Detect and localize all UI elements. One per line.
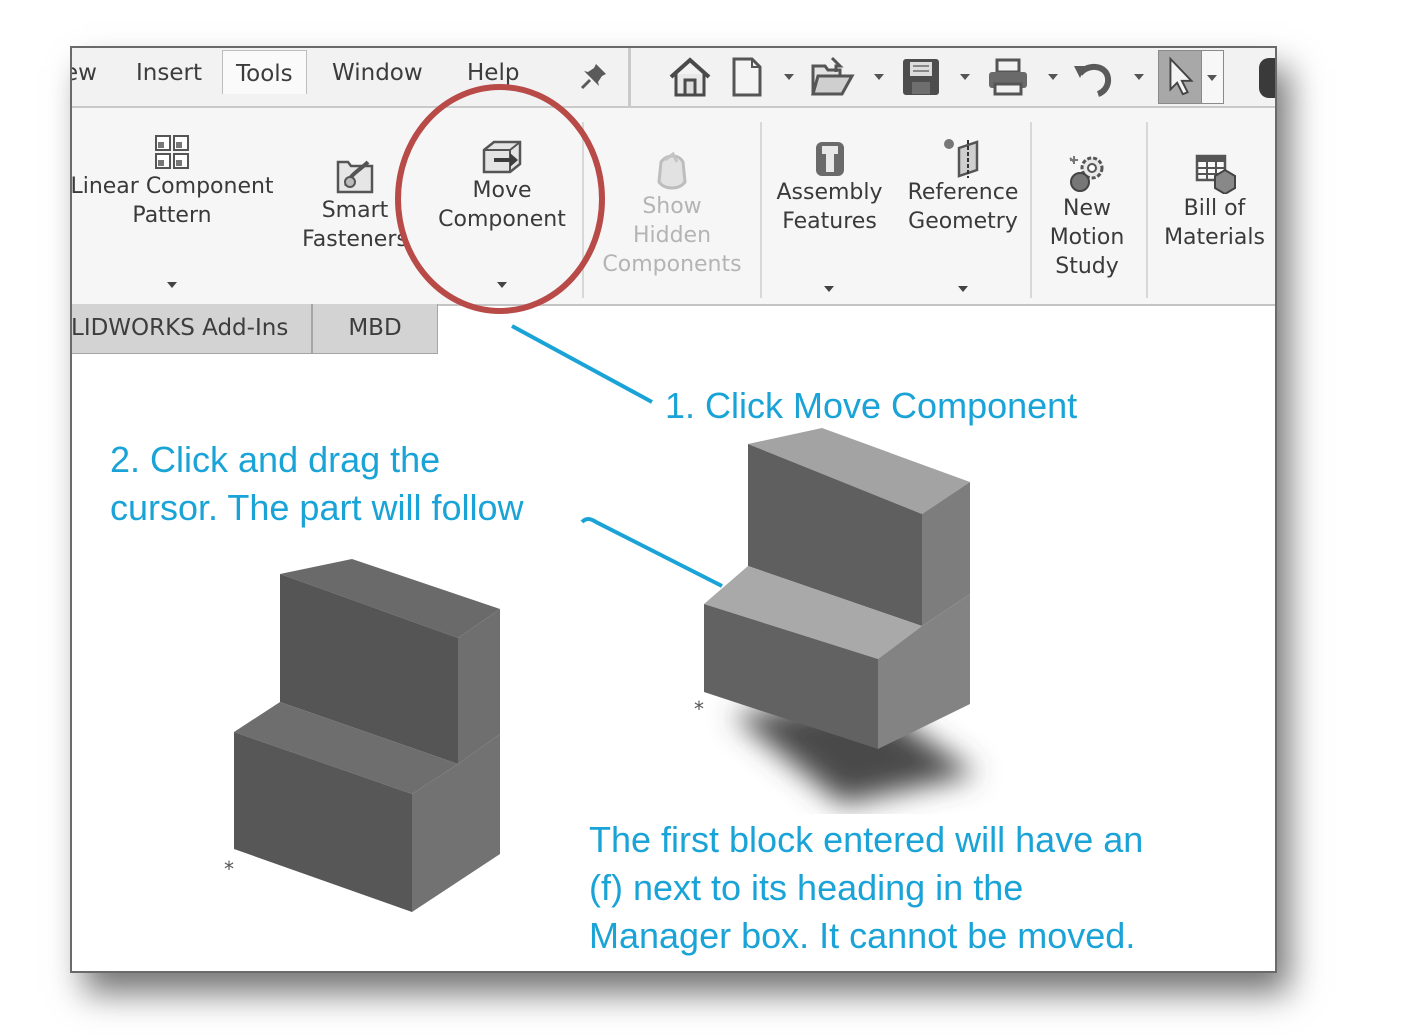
- leader-line-step2: [580, 517, 723, 588]
- pin-icon[interactable]: [578, 60, 610, 92]
- print-dropdown[interactable]: [1048, 74, 1058, 80]
- show-hidden-components-label: Show Hidden Components: [602, 194, 742, 277]
- undo-dropdown[interactable]: [1134, 74, 1144, 80]
- assembly-features-label: Assembly Features: [776, 180, 883, 234]
- fixed-part-model: *: [224, 559, 500, 912]
- assembly-features-dropdown-icon[interactable]: [824, 286, 834, 292]
- move-component-dropdown-icon[interactable]: [497, 282, 507, 288]
- moving-origin-icon: *: [694, 697, 704, 721]
- bill-of-materials-button[interactable]: Bill of Materials: [1152, 152, 1275, 252]
- home-icon[interactable]: [668, 56, 712, 98]
- assembly-features-icon: [815, 142, 844, 176]
- menu-bar: ew Insert Tools Window Help: [72, 48, 1275, 108]
- select-cursor-icon: [1169, 56, 1194, 96]
- menu-separator: [628, 48, 631, 106]
- bill-of-materials-label: Bill of Materials: [1164, 196, 1265, 250]
- open-folder-icon[interactable]: [810, 56, 856, 98]
- linear-component-pattern-label: Linear Component Pattern: [70, 174, 274, 228]
- new-motion-study-button[interactable]: New Motion Study: [1032, 152, 1142, 281]
- smart-fasteners-label: Smart Fasteners: [302, 198, 408, 252]
- assembly-features-button[interactable]: Assembly Features: [767, 138, 892, 292]
- fixed-part-note-line3: Manager box. It cannot be moved.: [589, 915, 1136, 956]
- step2-annotation-line1: 2. Click and drag the: [110, 439, 441, 480]
- smart-fasteners-icon: [336, 160, 374, 194]
- move-component-button[interactable]: Move Component: [427, 138, 577, 288]
- show-hidden-icon: [657, 152, 687, 190]
- motion-study-icon: [1069, 156, 1104, 192]
- fixed-part-note-line1: The first block entered will have an: [589, 819, 1144, 860]
- tab-solidworks-add-ins[interactable]: LIDWORKS Add-Ins: [72, 304, 312, 354]
- tab-mbd[interactable]: MBD: [312, 304, 438, 354]
- fixed-part-note: The first block entered will have an (f)…: [581, 814, 1152, 964]
- reference-geometry-icon: [944, 139, 979, 178]
- menu-help[interactable]: Help: [467, 60, 519, 86]
- partial-toolbar-icon[interactable]: [1259, 58, 1275, 98]
- reference-geometry-button[interactable]: Reference Geometry: [898, 138, 1028, 292]
- smart-fasteners-button[interactable]: Smart Fasteners: [290, 156, 420, 254]
- menu-insert[interactable]: Insert: [136, 60, 202, 86]
- new-document-icon[interactable]: [730, 56, 764, 98]
- fixed-part-note-line2: (f) next to its heading in the: [589, 867, 1024, 908]
- linear-pattern-icon: [155, 135, 189, 169]
- select-button[interactable]: [1158, 50, 1202, 104]
- reference-geometry-dropdown-icon[interactable]: [958, 286, 968, 292]
- graphics-area[interactable]: * * 1. Click Move Component 2. Click and…: [72, 304, 1275, 971]
- solidworks-window: ew Insert Tools Window Help: [70, 46, 1277, 973]
- ribbon-separator: [760, 122, 762, 298]
- move-component-icon: [482, 140, 522, 174]
- linear-pattern-dropdown-icon[interactable]: [167, 282, 177, 288]
- command-manager-ribbon: Linear Component Pattern Smart Fasteners…: [72, 108, 1275, 306]
- moving-part-model: *: [694, 428, 970, 749]
- ribbon-separator: [582, 122, 584, 298]
- save-icon[interactable]: [900, 56, 942, 98]
- step1-annotation: 1. Click Move Component: [665, 385, 1078, 426]
- ribbon-separator: [1146, 122, 1148, 298]
- new-dropdown[interactable]: [784, 74, 794, 80]
- linear-component-pattern-button[interactable]: Linear Component Pattern: [70, 132, 292, 288]
- menu-tools[interactable]: Tools: [222, 50, 307, 94]
- leader-line-step1: [511, 324, 653, 404]
- show-hidden-components-button[interactable]: Show Hidden Components: [592, 152, 752, 279]
- menu-view[interactable]: ew: [72, 60, 97, 86]
- menu-window[interactable]: Window: [332, 60, 423, 86]
- reference-geometry-label: Reference Geometry: [907, 180, 1019, 234]
- select-dropdown-arrow: [1207, 75, 1217, 81]
- new-motion-study-label: New Motion Study: [1049, 196, 1125, 279]
- save-dropdown[interactable]: [960, 74, 970, 80]
- step2-annotation-line2: cursor. The part will follow: [110, 487, 524, 528]
- move-component-label: Move Component: [438, 178, 566, 232]
- open-dropdown[interactable]: [874, 74, 884, 80]
- print-icon[interactable]: [986, 56, 1030, 98]
- undo-icon[interactable]: [1072, 56, 1116, 98]
- select-dropdown[interactable]: [1202, 50, 1224, 104]
- bill-of-materials-icon: [1195, 154, 1236, 194]
- fixed-origin-icon: *: [224, 857, 234, 881]
